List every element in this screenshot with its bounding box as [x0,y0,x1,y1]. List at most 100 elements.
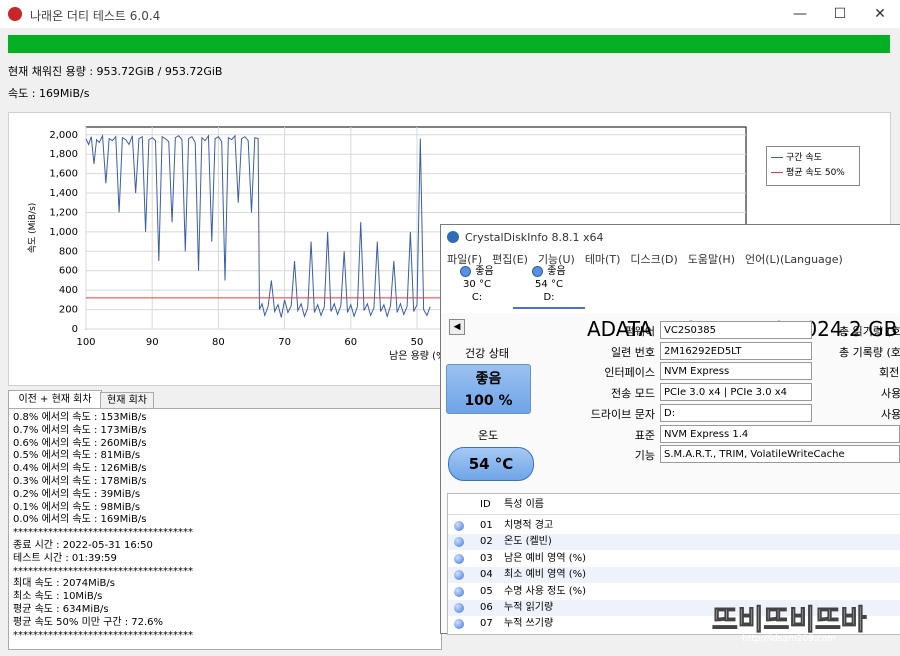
menu-item[interactable]: 언어(L)(Language) [745,253,843,266]
legend-series: 구간 속도 [771,151,822,165]
field-value: 2M16292ED5LT [660,341,812,360]
field-value: NVM Express [660,362,812,381]
log-line: 최대 속도 : 2074MiB/s [13,578,116,590]
log-line: 0.5% 에서의 속도 : 81MiB/s [13,450,141,462]
y-tick-label: 200 [59,305,78,316]
smart-name: 치명적 경고 [504,520,554,531]
y-tick-label: 1,600 [49,169,78,180]
health-percent: 100 % [464,393,513,409]
drive-temp: 54 °C [535,279,563,290]
x-tick-label: 50 [411,337,424,348]
smart-name: 최소 예비 영역 (%) [504,569,587,581]
field-label: 표준 [634,428,655,442]
crystaldiskinfo-icon [447,231,459,243]
smart-status-icon [454,553,464,564]
x-tick-label: 100 [76,337,95,348]
field-value: NVM Express 1.4 [660,424,900,443]
legend-average: 평균 속도 50% [771,166,845,180]
field-label: 인터페이스 [604,366,655,380]
log-line: 최소 속도 : 10MiB/s [13,591,103,603]
log-line: 0.1% 에서의 속도 : 98MiB/s [13,501,141,513]
x-tick-label: 80 [212,337,225,348]
smart-row[interactable]: 04 최소 예비 영역 (%) [448,567,900,584]
watermark-logo: 뜨비뜨비뜨바 [712,603,868,637]
log-line: ************************************ [13,629,193,641]
drive-tab[interactable]: 좋음 30 °C C: [441,265,513,304]
window-title: 나래온 더티 테스트 6.0.4 [30,9,161,23]
smart-id: 06 [480,602,493,613]
close-button[interactable]: ✕ [870,4,890,24]
legend-series-label: 구간 속도 [786,153,822,163]
smart-name: 누적 읽기량 [504,602,554,613]
log-line: 0.2% 에서의 속도 : 39MiB/s [13,488,141,500]
stat-label: 회전 [879,366,900,380]
log-line: ************************************ [13,527,193,539]
smart-name: 온도 (켈빈) [504,536,552,548]
previous-drive-button[interactable]: ◀ [449,319,465,335]
log-line: 0.7% 에서의 속도 : 173MiB/s [13,424,147,436]
menu-item[interactable]: 테마(T) [585,253,621,266]
y-axis-label: 속도 (MiB/s) [27,203,38,254]
smart-status-icon [454,619,464,630]
legend-average-swatch [771,172,783,173]
menu-item[interactable]: 디스크(D) [630,253,677,266]
tab-current[interactable]: 현재 회차 [100,392,154,409]
log-line: 평균 속도 50% 미만 구간 : 72.6% [13,616,164,628]
log-line: 평균 속도 : 634MiB/s [13,604,109,615]
smart-id: 04 [480,569,493,581]
log-line: 종료 시간 : 2022-05-31 16:50 [13,540,153,551]
drive-letter: C: [471,292,483,303]
temperature-box: 54 °C [448,447,534,481]
fill-progress-bar [8,35,890,53]
stat-label: 총 읽기량 (호스 [839,325,900,338]
crystaldiskinfo-window: CrystalDiskInfo 8.8.1 x64 파일(F) 편집(E) 기능(U… [440,224,900,635]
smart-status-icon [454,537,464,548]
x-tick-label: 70 [278,337,291,348]
log-panel: 0.8% 에서의 속도 : 153MiB/s 0.7% 에서의 속도 : 173M… [8,408,442,650]
drive-temp: 30 °C [463,279,491,290]
field-value: D: [660,403,812,422]
temperature-label: 온도 [478,429,499,442]
smart-status-icon [454,603,464,613]
stat-label: 사용 [881,407,900,421]
log-line: 테스트 시간 : 01:39:59 [13,552,117,564]
drive-status-icon [532,265,544,277]
stat-label: 총 기록량 (호스 [839,345,900,359]
y-tick-label: 0 [72,324,78,335]
smart-name: 누적 쓰기량 [504,618,554,630]
tab-previous-current[interactable]: 이전 + 현재 회차 [8,390,102,409]
field-value: S.M.A.R.T., TRIM, VolatileWriteCache [660,445,900,464]
watermark-url: http://idsam209.com [742,634,837,644]
field-label: 펌웨어 [624,325,655,338]
smart-status-icon [454,570,464,581]
x-tick-label: 90 [146,337,159,348]
drive-status-row: 좋음 [441,265,513,278]
smart-id: 05 [480,585,493,597]
y-tick-label: 800 [59,246,78,257]
field-label: 일련 번호 [611,345,655,359]
drive-tab[interactable]: 좋음 54 °C D: [513,265,585,304]
minimize-button[interactable]: — [790,4,810,24]
log-line: 0.3% 에서의 속도 : 178MiB/s [13,476,147,487]
menu-item[interactable]: 도움말(H) [688,253,735,266]
field-value: VC2S0385 [660,321,812,339]
legend-series-swatch [771,157,783,158]
smart-row[interactable]: 02 온도 (켈빈) [448,534,900,551]
y-tick-label: 1,000 [49,227,78,238]
selected-drive-indicator [513,307,585,309]
smart-id: 01 [480,520,493,531]
crystaldiskinfo-body: ◀ ADATA LEGEND 710 1024.2 GB 건강 상태 좋음 10… [441,313,900,635]
y-tick-label: 1,200 [49,207,78,218]
field-label: 전송 모드 [611,387,655,401]
app-icon [8,7,22,21]
smart-name: 수명 사용 정도 (%) [504,585,587,597]
health-status: 좋음 [475,371,502,387]
smart-id: 03 [480,552,493,564]
drive-letter: D: [543,292,555,303]
smart-row[interactable]: 03 남은 예비 영역 (%) [448,551,900,567]
log-line: 0.6% 에서의 속도 : 260MiB/s [13,437,147,449]
smart-row[interactable]: 01 치명적 경고 [448,518,900,534]
x-tick-label: 60 [344,337,357,348]
maximize-button[interactable]: ☐ [830,4,850,24]
y-tick-label: 1,400 [49,188,78,199]
